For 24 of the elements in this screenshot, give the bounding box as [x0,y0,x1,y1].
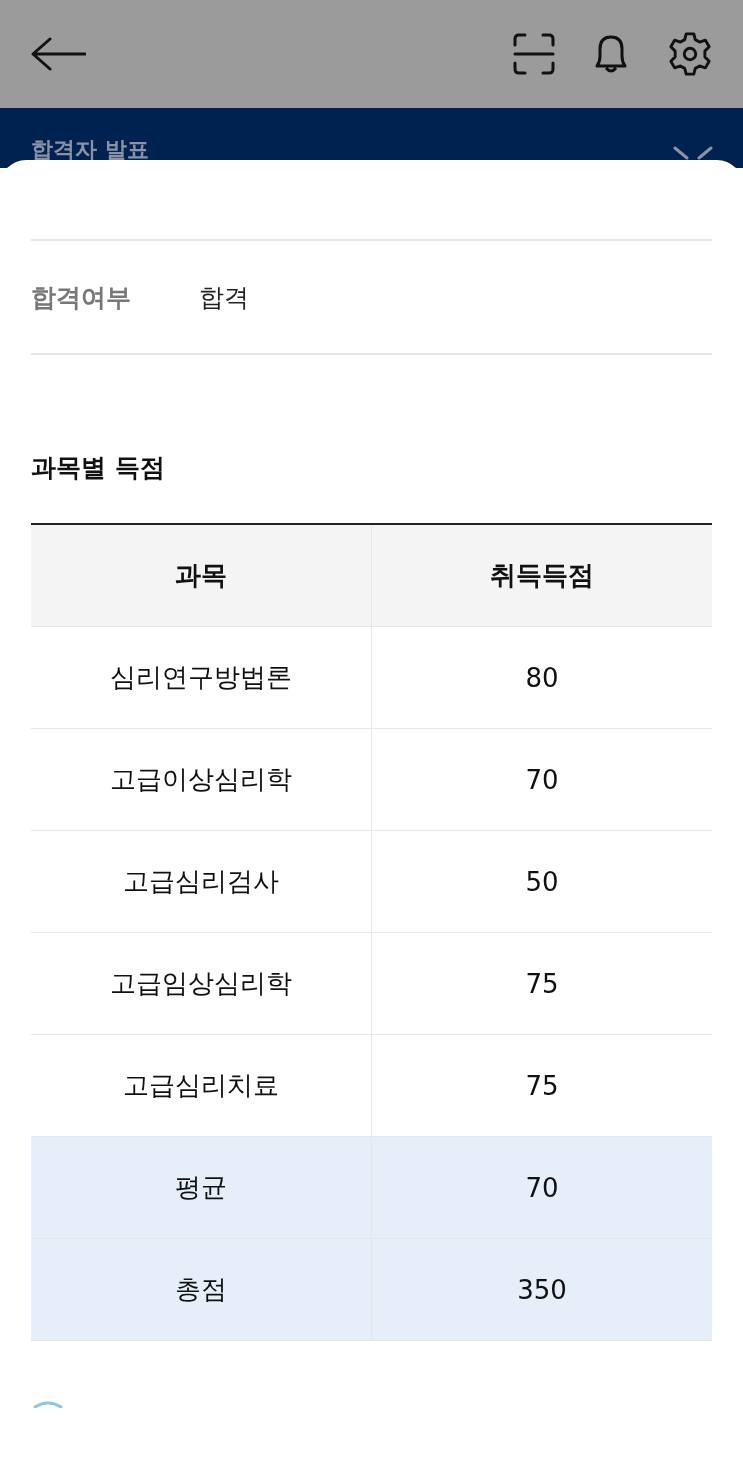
settings-icon[interactable] [667,31,713,77]
table-cell: 고급임상심리학 [31,932,372,1035]
table-cell: 50 [371,830,712,933]
result-label: 합격여부 [31,281,131,314]
table-cell: 75 [371,1034,712,1137]
table-cell: 고급심리치료 [31,1034,372,1137]
table-cell: 고급이상심리학 [31,728,372,831]
column-header: 과목 [31,524,372,627]
scan-icon[interactable] [513,33,555,75]
page-title: 합격자 발표 [31,138,149,162]
table-cell: 75 [371,932,712,1035]
table-cell: 총점 [31,1238,372,1341]
table-cell: 고급심리검사 [31,830,372,933]
table-cell: 평균 [31,1136,372,1239]
back-icon[interactable] [30,37,86,71]
table-cell: 심리연구방법론 [31,626,372,729]
table-cell: 350 [371,1238,712,1341]
table-cell: 80 [371,626,712,729]
table-cell: 70 [371,728,712,831]
result-value: 합격 [199,281,249,314]
close-icon[interactable] [673,146,713,160]
column-header: 취득득점 [371,524,712,627]
table-cell: 70 [371,1136,712,1239]
section-title: 과목별 득점 [31,452,166,484]
